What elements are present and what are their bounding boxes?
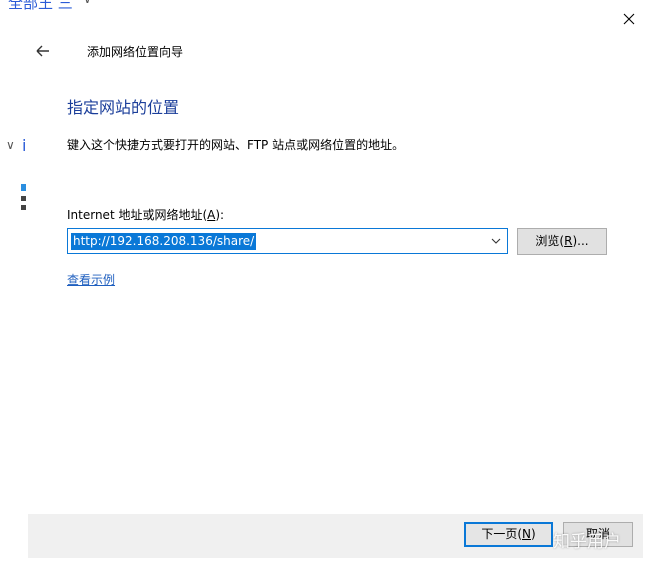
browse-button[interactable]: 浏览(R)... [517, 228, 607, 255]
next-accesskey: N [522, 527, 531, 541]
page-heading: 指定网站的位置 [67, 98, 180, 117]
watermark: 知乎用户 [553, 532, 621, 552]
close-icon [623, 13, 635, 25]
background-window-marker [21, 196, 26, 201]
next-label: 下一页( [481, 527, 522, 541]
back-arrow-icon [36, 45, 49, 57]
browse-label: 浏览( [535, 234, 565, 248]
background-window-marker [21, 184, 26, 191]
background-window-text: i [22, 136, 27, 155]
chevron-down-icon: ∨ [6, 138, 15, 152]
next-label-end: ) [530, 527, 536, 541]
next-button[interactable]: 下一页(N) [464, 522, 553, 547]
chevron-down-icon[interactable] [489, 234, 503, 248]
close-button[interactable] [616, 7, 642, 31]
chevron-down-icon: ∨ [83, 0, 92, 6]
view-example-link[interactable]: 查看示例 [67, 271, 115, 288]
address-label: Internet 地址或网络地址(A): [67, 206, 224, 223]
address-input-value[interactable]: http://192.168.208.136/share/ [71, 233, 257, 250]
instruction-text: 键入这个快捷方式要打开的网站、FTP 站点或网络位置的地址。 [67, 138, 405, 152]
address-label-text-end: ): [215, 208, 225, 222]
address-combobox[interactable]: http://192.168.208.136/share/ [67, 228, 508, 254]
back-button[interactable] [30, 38, 56, 64]
browse-label-end: )... [572, 234, 589, 248]
background-window-text: 全部王 三 [8, 0, 73, 12]
background-window-marker [21, 205, 26, 210]
background-window-fragment: 全部王 三 ∨ [0, 0, 120, 18]
address-label-text: Internet 地址或网络地址( [67, 208, 208, 222]
wizard-title: 添加网络位置向导 [87, 45, 184, 59]
